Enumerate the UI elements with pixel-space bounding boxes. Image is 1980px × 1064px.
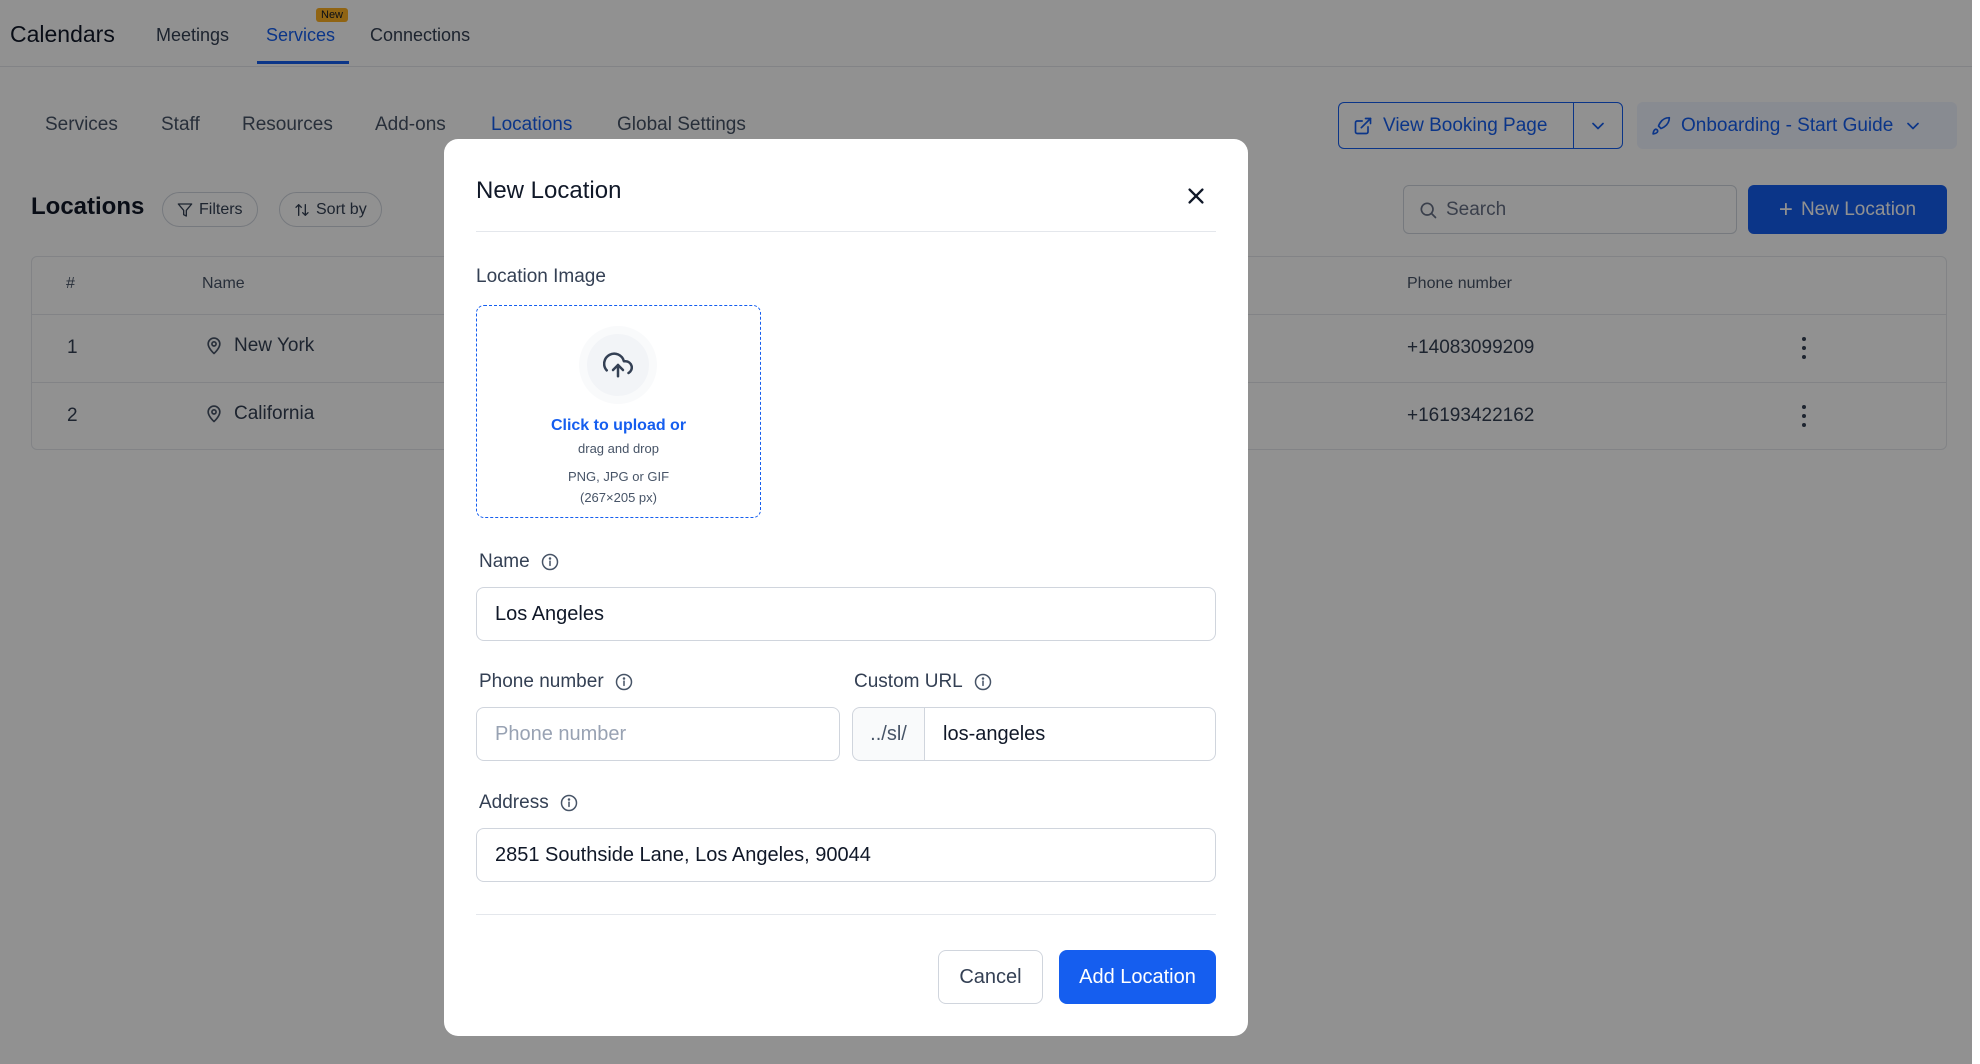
modal-title: New Location bbox=[476, 177, 622, 204]
image-upload-dropzone[interactable]: Click to upload or drag and drop PNG, JP… bbox=[476, 305, 761, 518]
location-image-label-text: Location Image bbox=[476, 266, 606, 287]
address-input[interactable]: 2851 Southside Lane, Los Angeles, 90044 bbox=[476, 828, 1216, 882]
info-icon[interactable] bbox=[540, 552, 560, 572]
upload-link[interactable]: Click to upload or bbox=[477, 417, 760, 435]
window-edge bbox=[1972, 0, 1980, 1064]
address-label-text: Address bbox=[479, 792, 549, 813]
divider bbox=[476, 231, 1216, 232]
cloud-upload-icon bbox=[603, 352, 633, 378]
phone-label-text: Phone number bbox=[479, 671, 604, 692]
upload-formats: PNG, JPG or GIF bbox=[567, 469, 670, 484]
upload-size: (267×205 px) bbox=[580, 490, 657, 505]
add-location-button[interactable]: Add Location bbox=[1059, 950, 1216, 1004]
close-button[interactable] bbox=[1181, 181, 1211, 211]
name-label: Name bbox=[479, 551, 560, 573]
close-icon bbox=[1188, 188, 1204, 204]
upload-hint: drag and drop bbox=[578, 441, 659, 456]
custom-url-input[interactable]: los-angeles bbox=[924, 707, 1216, 761]
custom-url-prefix: ../sl/ bbox=[852, 707, 924, 761]
custom-url-label: Custom URL bbox=[854, 671, 993, 693]
cancel-button[interactable]: Cancel bbox=[938, 950, 1043, 1004]
new-location-modal: New Location Location Image Click to upl… bbox=[444, 139, 1248, 1036]
info-icon[interactable] bbox=[614, 672, 634, 692]
name-input[interactable]: Los Angeles bbox=[476, 587, 1216, 641]
name-label-text: Name bbox=[479, 551, 530, 572]
info-icon[interactable] bbox=[559, 793, 579, 813]
upload-icon-circle bbox=[579, 326, 657, 404]
custom-url-label-text: Custom URL bbox=[854, 671, 963, 692]
divider bbox=[476, 914, 1216, 915]
info-icon[interactable] bbox=[973, 672, 993, 692]
address-label: Address bbox=[479, 792, 579, 814]
location-image-label: Location Image bbox=[476, 266, 606, 288]
phone-label: Phone number bbox=[479, 671, 634, 693]
phone-number-input[interactable]: Phone number bbox=[476, 707, 840, 761]
